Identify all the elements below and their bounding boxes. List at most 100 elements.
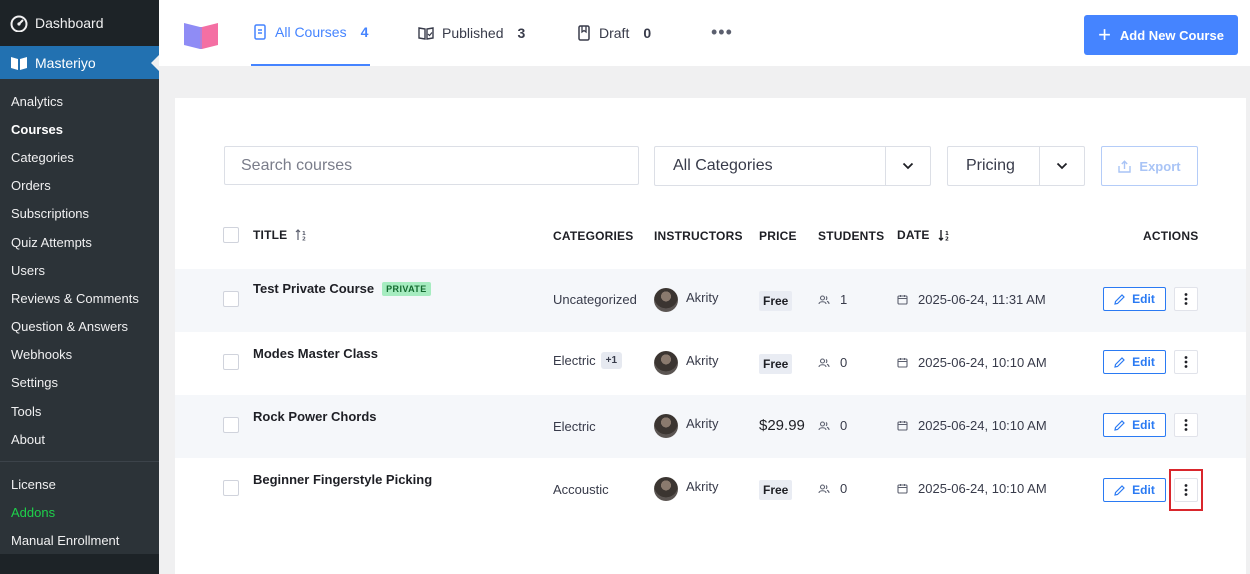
sidebar-item-tools[interactable]: Tools xyxy=(0,397,159,425)
course-title-link[interactable]: Test Private Course xyxy=(253,281,374,296)
category-select[interactable]: All Categories xyxy=(654,146,931,186)
course-title-link[interactable]: Rock Power Chords xyxy=(253,409,377,424)
column-students: STUDENTS xyxy=(818,229,885,243)
row-checkbox[interactable] xyxy=(223,480,239,496)
sidebar-item-dashboard[interactable]: Dashboard xyxy=(0,0,159,46)
students-icon xyxy=(818,420,830,431)
sidebar-bottom-group: License Addons Manual Enrollment xyxy=(0,470,159,554)
sidebar-submenu: Analytics Courses Categories Orders Subs… xyxy=(0,79,159,555)
course-instructor: Akrity xyxy=(654,414,719,438)
chevron-down-icon xyxy=(885,147,930,185)
sidebar-item-subscriptions[interactable]: Subscriptions xyxy=(0,200,159,228)
column-price: PRICE xyxy=(759,229,797,243)
sidebar-item-courses[interactable]: Courses xyxy=(0,115,159,143)
courses-card: All Categories Pricing Export TITLE 12 C… xyxy=(175,98,1246,574)
masteriyo-logo-icon xyxy=(183,20,219,50)
sidebar-item-about[interactable]: About xyxy=(0,425,159,453)
edit-button[interactable]: Edit xyxy=(1103,287,1166,311)
more-options-icon[interactable] xyxy=(1174,287,1198,311)
pricing-select[interactable]: Pricing xyxy=(947,146,1085,186)
instructor-name: Akrity xyxy=(686,289,719,305)
course-category: Accoustic xyxy=(553,482,609,497)
date-text: 2025-06-24, 10:10 AM xyxy=(918,355,1047,370)
sort-icon[interactable]: 12 xyxy=(938,229,951,241)
more-categories-badge[interactable]: +1 xyxy=(600,352,623,369)
students-count: 1 xyxy=(840,292,848,307)
course-title-link[interactable]: Modes Master Class xyxy=(253,346,378,361)
price-badge: Free xyxy=(759,480,793,500)
tab-published[interactable]: Published 3 xyxy=(418,0,525,66)
sidebar-footer xyxy=(0,556,159,574)
course-instructor: Akrity xyxy=(654,477,719,501)
add-new-course-button[interactable]: + Add New Course xyxy=(1084,15,1238,55)
calendar-icon xyxy=(897,420,908,431)
row-checkbox[interactable] xyxy=(223,417,239,433)
course-students: 0 xyxy=(818,355,847,370)
avatar xyxy=(654,477,678,501)
edit-button[interactable]: Edit xyxy=(1103,350,1166,374)
sidebar-item-questions[interactable]: Question & Answers xyxy=(0,313,159,341)
add-new-course-label: Add New Course xyxy=(1119,27,1224,43)
course-title-link[interactable]: Beginner Fingerstyle Picking xyxy=(253,472,432,487)
calendar-icon xyxy=(897,357,908,368)
price-badge: Free xyxy=(759,354,793,374)
search-input[interactable] xyxy=(241,156,638,175)
sort-icon[interactable]: 12 xyxy=(295,229,308,241)
avatar xyxy=(654,351,678,375)
sidebar-item-addons[interactable]: Addons xyxy=(0,498,159,526)
students-count: 0 xyxy=(840,418,848,433)
course-date: 2025-06-24, 10:10 AM xyxy=(897,355,1047,370)
sidebar-item-masteriyo[interactable]: Masteriyo xyxy=(0,46,159,79)
date-text: 2025-06-24, 11:31 AM xyxy=(918,292,1046,307)
price-text: $29.99 xyxy=(759,417,805,434)
column-title[interactable]: TITLE 12 xyxy=(253,228,308,242)
tab-label: All Courses xyxy=(275,24,347,40)
sidebar-item-label: Masteriyo xyxy=(35,54,96,71)
edit-label: Edit xyxy=(1132,483,1155,497)
plus-icon: + xyxy=(1098,22,1111,47)
sidebar-item-categories[interactable]: Categories xyxy=(0,143,159,171)
sidebar-item-license[interactable]: License xyxy=(0,470,159,498)
course-instructor: Akrity xyxy=(654,288,719,312)
export-button[interactable]: Export xyxy=(1101,146,1198,186)
sidebar-item-settings[interactable]: Settings xyxy=(0,369,159,397)
calendar-icon xyxy=(897,294,908,305)
select-all-checkbox[interactable] xyxy=(223,227,239,243)
column-date-label: DATE xyxy=(897,228,930,242)
tab-all-courses[interactable]: All Courses 4 xyxy=(251,0,370,66)
course-category: Uncategorized xyxy=(553,292,637,307)
table-row: Modes Master Class Electric +1 Akrity Fr… xyxy=(175,332,1246,395)
edit-button[interactable]: Edit xyxy=(1103,478,1166,502)
sidebar-item-webhooks[interactable]: Webhooks xyxy=(0,341,159,369)
chevron-down-icon xyxy=(1039,147,1084,185)
calendar-icon xyxy=(897,483,908,494)
sidebar-item-orders[interactable]: Orders xyxy=(0,172,159,200)
svg-text:2: 2 xyxy=(302,237,306,242)
sidebar-item-reviews[interactable]: Reviews & Comments xyxy=(0,284,159,312)
column-actions: ACTIONS xyxy=(1143,229,1199,243)
instructor-name: Akrity xyxy=(686,415,719,431)
more-tabs-icon[interactable]: ••• xyxy=(711,22,733,43)
row-checkbox[interactable] xyxy=(223,291,239,307)
more-options-icon[interactable] xyxy=(1174,413,1198,437)
instructor-name: Akrity xyxy=(686,478,719,494)
highlight-box xyxy=(1169,469,1203,511)
column-date[interactable]: DATE 12 xyxy=(897,228,951,242)
dashboard-icon xyxy=(10,14,28,32)
row-checkbox[interactable] xyxy=(223,354,239,370)
sidebar-item-analytics[interactable]: Analytics xyxy=(0,87,159,115)
more-options-icon[interactable] xyxy=(1174,350,1198,374)
sidebar-item-users[interactable]: Users xyxy=(0,256,159,284)
tab-count: 0 xyxy=(643,25,652,41)
pencil-icon xyxy=(1114,356,1126,368)
course-price: Free xyxy=(759,354,793,374)
edit-button[interactable]: Edit xyxy=(1103,413,1166,437)
pencil-icon xyxy=(1114,484,1126,496)
tab-draft[interactable]: Draft 0 xyxy=(577,0,651,66)
sidebar-item-quiz-attempts[interactable]: Quiz Attempts xyxy=(0,228,159,256)
table-row: Test Private Course PRIVATE Uncategorize… xyxy=(175,269,1246,332)
course-category: Electric +1 xyxy=(553,352,623,369)
edit-label: Edit xyxy=(1132,355,1155,369)
sidebar-item-manual-enrollment[interactable]: Manual Enrollment xyxy=(0,526,159,554)
sidebar-item-label: Dashboard xyxy=(35,15,104,31)
